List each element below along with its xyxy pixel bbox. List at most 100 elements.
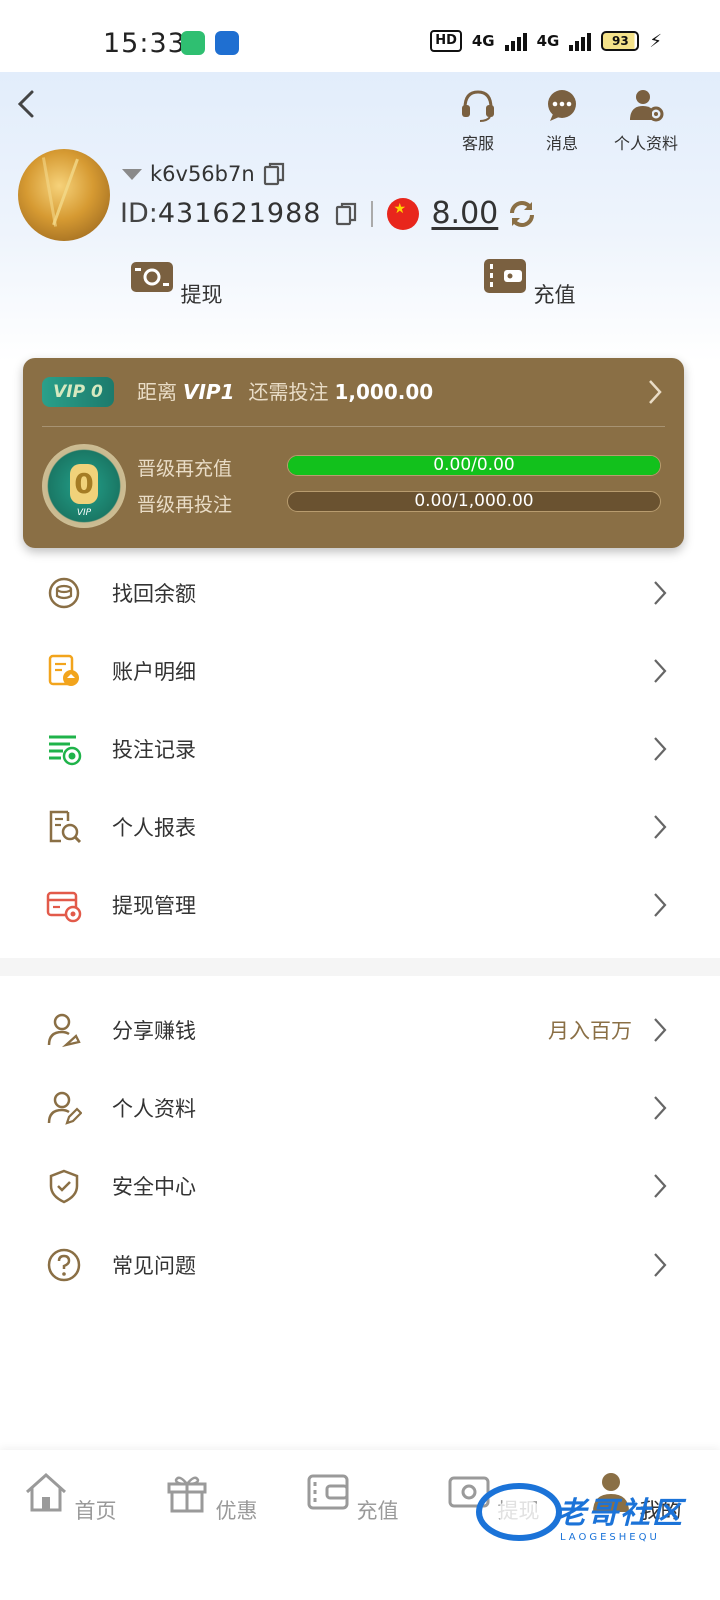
status-bar: 15:33 HD 4G 4G 93 ⚡ bbox=[0, 0, 720, 72]
charging-icon: ⚡ bbox=[649, 30, 662, 52]
account-detail-icon bbox=[48, 654, 79, 686]
withdraw-manage-icon bbox=[46, 891, 82, 923]
chevron-right-icon[interactable] bbox=[646, 377, 664, 407]
cash-icon bbox=[131, 262, 174, 292]
menu-label: 安全中心 bbox=[112, 1175, 196, 1199]
menu-label: 账户明细 bbox=[112, 660, 196, 684]
chevron-right-icon bbox=[654, 1174, 667, 1198]
menu-item-withdraw-manage[interactable]: 提现管理 bbox=[0, 866, 720, 944]
username: k6v56b7n bbox=[150, 162, 255, 186]
nav-promotions[interactable]: 优惠 bbox=[161, 1470, 261, 1525]
recharge-button[interactable]: 充值 bbox=[469, 256, 589, 309]
headset-icon bbox=[462, 90, 494, 122]
shield-check-icon bbox=[49, 1169, 79, 1204]
menu-item-bet-record[interactable]: 投注记录 bbox=[0, 710, 720, 788]
withdraw-button[interactable]: 提现 bbox=[116, 256, 236, 309]
wallet-icon bbox=[307, 1474, 349, 1510]
watermark-text: 老哥社区 bbox=[556, 1496, 684, 1531]
customer-service-label: 客服 bbox=[461, 134, 494, 153]
chat-app-icon bbox=[181, 31, 205, 55]
vip-level-badge: VIP 0 bbox=[42, 377, 114, 407]
refresh-icon[interactable] bbox=[506, 198, 538, 230]
profile-edit-icon bbox=[47, 1091, 82, 1125]
vip-card[interactable]: VIP 0 距离 VIP1 还需投注 1,000.00 0 VIP 晋级再充值 … bbox=[23, 358, 684, 548]
menu-label: 投注记录 bbox=[112, 738, 196, 762]
menu-item-profile[interactable]: 个人资料 bbox=[0, 1069, 720, 1147]
section-separator bbox=[0, 958, 720, 976]
hd-icon: HD bbox=[430, 30, 462, 52]
menu-extra-text: 月入百万 bbox=[548, 1019, 632, 1043]
vip-required-amount: 1,000.00 bbox=[334, 380, 434, 404]
vip-medal-number: 0 bbox=[70, 464, 98, 504]
status-time: 15:33 bbox=[103, 28, 186, 59]
chevron-right-icon bbox=[654, 893, 667, 917]
chevron-right-icon bbox=[654, 1253, 667, 1277]
menu-item-retrieve-balance[interactable]: 找回余额 bbox=[0, 554, 720, 632]
customer-service-button[interactable]: 客服 bbox=[438, 88, 518, 154]
browser-app-icon bbox=[215, 31, 239, 55]
coin-retrieve-icon bbox=[48, 577, 80, 609]
menu-item-share-earn[interactable]: 分享赚钱 月入百万 bbox=[0, 991, 720, 1069]
menu-label: 个人资料 bbox=[112, 1097, 196, 1121]
menu-item-security-center[interactable]: 安全中心 bbox=[0, 1147, 720, 1225]
message-icon bbox=[548, 90, 576, 121]
network-label-2: 4G bbox=[536, 32, 560, 50]
user-id-row: ID: 431621988 8.00 bbox=[120, 196, 538, 231]
avatar[interactable] bbox=[18, 149, 110, 241]
chevron-right-icon bbox=[654, 815, 667, 839]
battery-icon: 93 bbox=[601, 31, 640, 51]
recharge-label: 充值 bbox=[533, 283, 576, 307]
nav-label: 充值 bbox=[356, 1499, 399, 1523]
messages-button[interactable]: 消息 bbox=[522, 88, 602, 154]
recharge-progress-bar: 0.00/0.00 bbox=[287, 455, 661, 476]
china-flag-icon bbox=[387, 197, 420, 230]
chevron-right-icon bbox=[654, 581, 667, 605]
username-row: k6v56b7n bbox=[122, 162, 285, 186]
vip-next-level: VIP1 bbox=[183, 380, 235, 404]
vip-progress-text: 距离 VIP1 还需投注 1,000.00 bbox=[137, 376, 433, 405]
back-arrow-icon[interactable] bbox=[12, 86, 42, 122]
user-settings-icon bbox=[630, 90, 664, 122]
gift-icon bbox=[167, 1476, 207, 1513]
menu-label: 提现管理 bbox=[112, 894, 196, 918]
menu-item-personal-report[interactable]: 个人报表 bbox=[0, 788, 720, 866]
vip-medal-icon: 0 VIP bbox=[42, 444, 126, 528]
share-earn-icon bbox=[47, 1013, 81, 1048]
report-search-icon bbox=[49, 810, 82, 844]
bet-progress-text: 0.00/1,000.00 bbox=[414, 491, 534, 511]
vip-divider bbox=[42, 426, 665, 427]
dropdown-triangle-icon[interactable] bbox=[122, 168, 142, 180]
bet-progress-label: 晋级再投注 bbox=[137, 494, 233, 516]
copy-icon[interactable] bbox=[263, 162, 285, 186]
chevron-right-icon bbox=[654, 737, 667, 761]
chevron-right-icon bbox=[654, 1096, 667, 1120]
nav-recharge[interactable]: 充值 bbox=[302, 1470, 402, 1525]
signal-icon bbox=[504, 31, 527, 51]
bet-record-icon bbox=[49, 735, 82, 766]
chevron-right-icon bbox=[654, 659, 667, 683]
menu-item-account-detail[interactable]: 账户明细 bbox=[0, 632, 720, 710]
nav-label: 首页 bbox=[74, 1499, 117, 1523]
vip-prefix: 距离 bbox=[137, 380, 177, 404]
nav-home[interactable]: 首页 bbox=[20, 1470, 120, 1525]
network-label-1: 4G bbox=[471, 32, 495, 50]
vip-middle-text: 还需投注 bbox=[248, 380, 329, 404]
profile-button[interactable]: 个人资料 bbox=[606, 88, 686, 154]
status-indicators: HD 4G 4G 93 ⚡ bbox=[430, 30, 662, 52]
profile-label: 个人资料 bbox=[613, 134, 678, 153]
id-label: ID: bbox=[120, 198, 158, 229]
divider bbox=[371, 200, 374, 227]
menu-label: 常见问题 bbox=[112, 1254, 196, 1278]
copy-id-icon[interactable] bbox=[335, 202, 357, 226]
menu-label: 找回余额 bbox=[112, 582, 196, 606]
menu-label: 分享赚钱 bbox=[112, 1019, 196, 1043]
menu-item-faq[interactable]: 常见问题 bbox=[0, 1226, 720, 1304]
recharge-progress-text: 0.00/0.00 bbox=[433, 455, 515, 475]
user-id: 431621988 bbox=[157, 198, 322, 229]
recharge-progress-label: 晋级再充值 bbox=[137, 458, 233, 480]
wallet-icon bbox=[484, 259, 527, 293]
question-icon bbox=[47, 1248, 81, 1282]
menu-label: 个人报表 bbox=[112, 816, 196, 840]
balance-amount[interactable]: 8.00 bbox=[431, 196, 498, 231]
messages-label: 消息 bbox=[545, 134, 578, 153]
